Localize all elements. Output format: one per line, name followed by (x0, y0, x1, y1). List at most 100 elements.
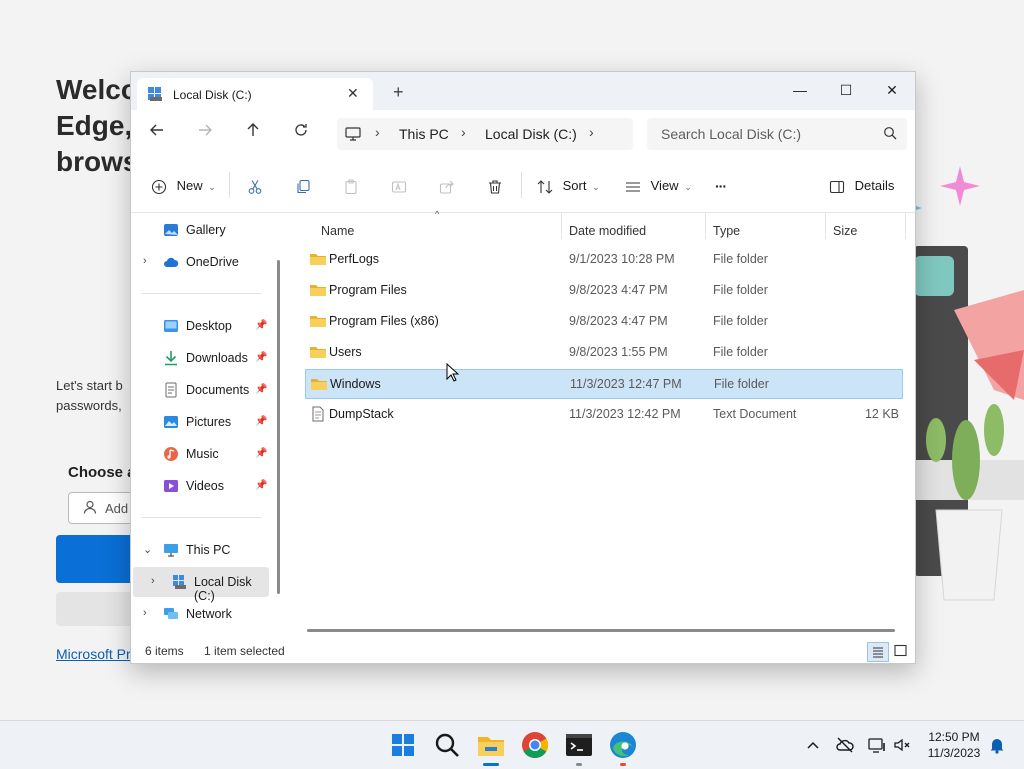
folder-icon (311, 379, 327, 390)
paste-button[interactable] (343, 174, 359, 198)
search-input[interactable]: Search Local Disk (C:) (647, 118, 907, 150)
pin-icon[interactable]: 📌 (255, 320, 267, 331)
sidebar-item-network[interactable]: › Network (131, 599, 281, 629)
minimize-button[interactable]: — (777, 78, 823, 102)
edge-icon[interactable] (607, 729, 639, 761)
pin-icon[interactable]: 📌 (255, 448, 267, 459)
sort-button[interactable]: Sort ⌄ (537, 174, 600, 198)
horizontal-scrollbar[interactable] (307, 629, 895, 632)
table-row[interactable]: Users 9/8/2023 1:55 PM File folder (305, 338, 901, 366)
pin-icon[interactable]: 📌 (255, 416, 267, 427)
file-name: Program Files (x86) (329, 314, 439, 328)
rename-icon (391, 181, 407, 193)
item-count: 6 items (145, 644, 184, 658)
nav-scrollbar[interactable] (277, 260, 280, 594)
pin-icon[interactable]: 📌 (255, 384, 267, 395)
sidebar-item-onedrive[interactable]: › OneDrive (131, 247, 281, 277)
copy-button[interactable] (295, 174, 311, 198)
file-date: 9/1/2023 10:28 PM (569, 252, 675, 266)
sidebar-item-desktop[interactable]: Desktop 📌 (131, 311, 281, 341)
toolbar-divider (229, 172, 230, 198)
tab-title: Local Disk (C:) (173, 88, 252, 102)
column-divider[interactable] (825, 213, 826, 239)
system-clock[interactable]: 12:50 PM 11/3/2023 (922, 729, 986, 761)
close-button[interactable]: ✕ (869, 78, 915, 102)
column-divider[interactable] (705, 213, 706, 239)
sidebar-item-local-disk[interactable]: › Local Disk (C:) (133, 567, 269, 603)
terminal-icon[interactable] (563, 729, 595, 761)
sort-icon (537, 179, 553, 194)
table-row[interactable]: Program Files (x86) 9/8/2023 4:47 PM File … (305, 307, 901, 335)
file-type: File folder (714, 377, 769, 391)
edge-privacy-link[interactable]: Microsoft Pr (56, 646, 131, 662)
rename-button[interactable] (391, 174, 407, 198)
search-icon[interactable] (431, 729, 463, 761)
pin-icon[interactable]: 📌 (255, 480, 267, 491)
sidebar-item-downloads[interactable]: Downloads 📌 (131, 343, 281, 373)
column-header-size[interactable]: Size (833, 219, 857, 243)
windows-start-icon[interactable] (387, 729, 419, 761)
table-row[interactable]: PerfLogs 9/1/2023 10:28 PM File folder (305, 245, 901, 273)
column-header-type[interactable]: Type (713, 219, 740, 243)
table-row[interactable]: DumpStack 11/3/2023 12:42 PM Text Document… (305, 400, 901, 428)
drive-icon (173, 575, 186, 589)
volume-muted-icon[interactable] (892, 735, 912, 755)
chevron-right-icon: › (143, 255, 147, 267)
file-explorer-icon[interactable] (475, 729, 507, 761)
view-button[interactable]: View ⌄ (625, 174, 692, 198)
refresh-button[interactable] (289, 122, 313, 146)
forward-button[interactable] (193, 122, 217, 146)
search-placeholder: Search Local Disk (C:) (661, 126, 802, 142)
notification-bell-icon[interactable] (987, 735, 1007, 755)
sidebar-item-pictures[interactable]: Pictures 📌 (131, 407, 281, 437)
text-file-icon (312, 406, 324, 422)
cut-button[interactable] (247, 174, 263, 198)
file-date: 9/8/2023 4:47 PM (569, 283, 668, 297)
documents-icon (165, 382, 177, 398)
chrome-icon[interactable] (519, 729, 551, 761)
network-status-icon[interactable] (867, 735, 887, 755)
table-row[interactable]: Windows 11/3/2023 12:47 PM File folder (305, 369, 903, 399)
pin-icon[interactable]: 📌 (255, 352, 267, 363)
back-button[interactable] (145, 122, 169, 146)
column-header-date[interactable]: Date modified (569, 219, 646, 243)
delete-button[interactable] (487, 174, 503, 198)
sidebar-item-videos[interactable]: Videos 📌 (131, 471, 281, 501)
desktop-icon (164, 320, 178, 332)
new-tab-button[interactable]: + (393, 83, 404, 101)
chevron-right-icon: › (375, 124, 380, 140)
up-button[interactable] (241, 122, 265, 146)
more-options-button[interactable]: ··· (715, 174, 727, 198)
new-button[interactable]: New ⌄ (151, 174, 216, 198)
cloud-offline-icon[interactable] (835, 735, 855, 755)
column-divider[interactable] (905, 213, 906, 239)
sidebar-item-gallery[interactable]: Gallery (131, 215, 281, 245)
breadcrumb[interactable]: › This PC › Local Disk (C:) › (337, 118, 633, 150)
table-row[interactable]: Program Files 9/8/2023 4:47 PM File folder (305, 276, 901, 304)
maximize-button[interactable]: ☐ (823, 78, 869, 102)
column-header-name[interactable]: Name (321, 219, 354, 243)
share-button[interactable] (439, 174, 455, 198)
chevron-up-icon[interactable] (803, 735, 823, 755)
folder-icon (310, 316, 326, 327)
details-view-button[interactable] (867, 642, 889, 662)
breadcrumb-this-pc[interactable]: This PC (399, 126, 449, 142)
file-name: Program Files (329, 283, 407, 297)
tab-local-disk[interactable]: Local Disk (C:) ✕ (137, 78, 373, 110)
arrow-right-icon (199, 124, 212, 136)
chevron-right-icon: › (461, 124, 466, 140)
sidebar-item-documents[interactable]: Documents 📌 (131, 375, 281, 405)
column-divider[interactable] (561, 213, 562, 239)
sidebar-item-this-pc[interactable]: ⌄ This PC (131, 535, 281, 565)
file-type: File folder (713, 314, 768, 328)
paste-icon (345, 179, 357, 194)
file-date: 11/3/2023 12:42 PM (569, 407, 681, 421)
sidebar-item-music[interactable]: Music 📌 (131, 439, 281, 469)
tiles-view-button[interactable] (891, 642, 911, 660)
breadcrumb-local-disk[interactable]: Local Disk (C:) (485, 126, 577, 142)
tab-close-button[interactable]: ✕ (347, 85, 359, 102)
command-bar: New ⌄ Sort ⌄ View ⌄ ··· Details (131, 158, 915, 213)
details-pane-button[interactable]: Details (829, 174, 894, 198)
monitor-icon (345, 127, 361, 141)
taskbar: 12:50 PM 11/3/2023 (0, 720, 1024, 769)
